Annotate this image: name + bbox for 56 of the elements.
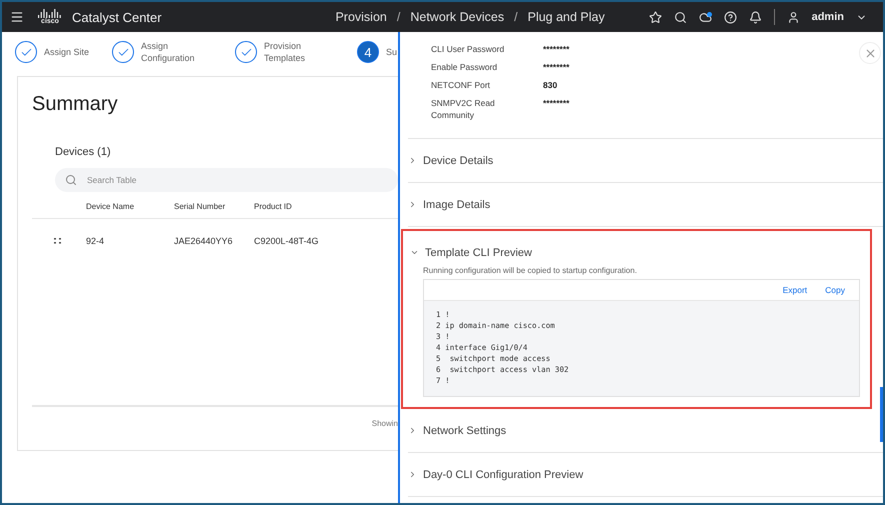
chevron-right-icon[interactable] bbox=[408, 200, 417, 209]
section-title[interactable]: Network Settings bbox=[423, 424, 506, 436]
field-label: SNMPV2C Read Community bbox=[431, 97, 496, 121]
app-title: Catalyst Center bbox=[72, 10, 162, 24]
user-name[interactable]: admin bbox=[812, 11, 844, 23]
breadcrumb-link[interactable]: Plug and Play bbox=[528, 10, 605, 24]
step-label[interactable]: Su bbox=[386, 47, 398, 57]
logo-bars-icon bbox=[38, 9, 62, 18]
column-header[interactable]: Serial Number bbox=[174, 202, 254, 211]
field-value: ******** bbox=[543, 61, 570, 73]
field-value: ******** bbox=[543, 43, 570, 55]
table-cell-text: C9200L-48T-4G bbox=[254, 236, 320, 246]
cloud-icon[interactable] bbox=[698, 10, 712, 24]
chevron-down-icon[interactable] bbox=[410, 248, 419, 257]
help-icon[interactable] bbox=[724, 10, 737, 24]
drag-handle-icon[interactable] bbox=[54, 238, 61, 244]
step-label[interactable]: Assign Configuration bbox=[141, 40, 207, 64]
search-input[interactable]: Search Table bbox=[85, 174, 289, 186]
column-header[interactable]: Device Name bbox=[86, 202, 174, 211]
search-field[interactable]: Search Table bbox=[55, 168, 398, 192]
search-icon[interactable] bbox=[674, 10, 687, 24]
chevron-right-icon[interactable] bbox=[408, 470, 417, 479]
user-icon[interactable] bbox=[786, 10, 800, 24]
table-cell-text: JAE26440YY6 bbox=[174, 236, 234, 246]
breadcrumb-separator: / bbox=[396, 10, 400, 24]
search-icon bbox=[65, 174, 77, 186]
step-number: 4 bbox=[357, 41, 379, 63]
breadcrumb-separator: / bbox=[514, 10, 518, 24]
field-label: NETCONF Port bbox=[431, 79, 492, 91]
field-label: CLI User Password bbox=[431, 43, 506, 55]
breadcrumb-link[interactable]: Provision bbox=[335, 10, 387, 24]
table-cell-text: 92-4 bbox=[86, 236, 106, 246]
step-label[interactable]: Provision Templates bbox=[264, 40, 330, 64]
chevron-right-icon[interactable] bbox=[408, 426, 417, 435]
action-link[interactable]: Copy bbox=[825, 285, 845, 295]
breadcrumb-link[interactable]: Network Devices bbox=[410, 10, 504, 24]
action-link[interactable]: Export bbox=[782, 285, 808, 295]
bell-icon[interactable] bbox=[748, 10, 762, 24]
summary-title: Summary bbox=[32, 93, 119, 116]
column-header[interactable]: Product ID bbox=[254, 202, 398, 211]
section-title[interactable]: Device Details bbox=[423, 154, 494, 166]
section-title[interactable]: Image Details bbox=[423, 198, 490, 210]
close-icon bbox=[864, 46, 876, 60]
menu-icon[interactable] bbox=[10, 10, 24, 24]
section-title[interactable]: Template CLI Preview bbox=[425, 246, 532, 258]
step-label[interactable]: Assign Site bbox=[44, 46, 110, 58]
chevron-right-icon[interactable] bbox=[408, 156, 417, 165]
section-note: Running configuration will be copied to startup configuration. bbox=[423, 266, 638, 275]
devices-title: Devices (1) bbox=[55, 146, 112, 158]
field-value: ******** bbox=[543, 97, 570, 110]
field-label: Enable Password bbox=[431, 61, 498, 73]
section-title[interactable]: Day-0 CLI Configuration Preview bbox=[423, 468, 584, 480]
pagination-text: Showin bbox=[372, 419, 398, 428]
scrollbar-thumb[interactable] bbox=[880, 387, 883, 442]
star-icon[interactable] bbox=[648, 10, 662, 24]
field-value: 830 bbox=[543, 79, 558, 91]
